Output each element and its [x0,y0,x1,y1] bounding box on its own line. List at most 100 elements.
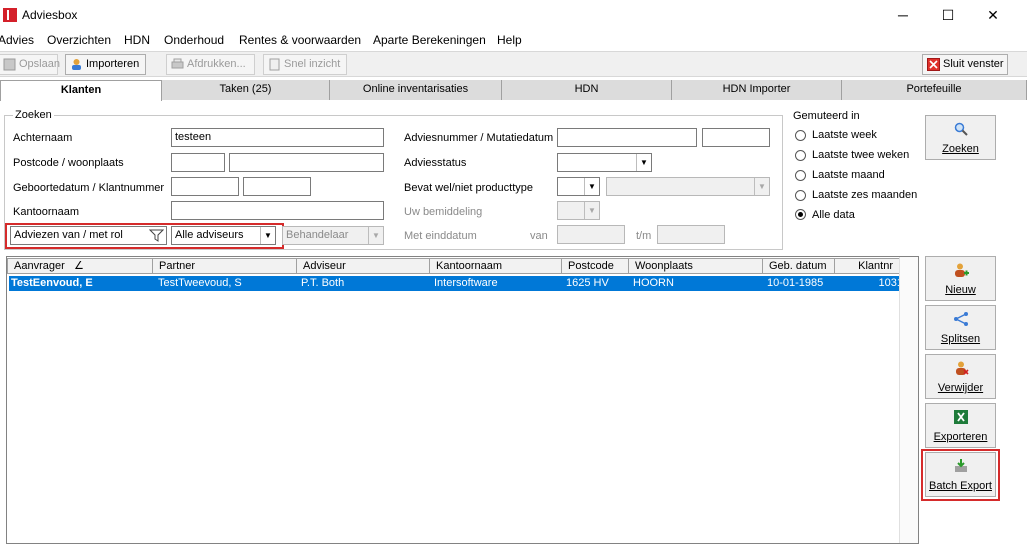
radio-all-data-label: Alle data [812,209,855,221]
lastname-input[interactable]: testeen [171,128,384,147]
product-type-include-select[interactable]: ▼ [557,177,600,196]
print-button[interactable]: Afdrukken... [166,54,255,75]
cell-kantoornaam: Intersoftware [434,277,498,289]
column-header-woonplaats[interactable]: Woonplaats [628,258,763,274]
tab-strip: Klanten Taken (25) Online inventarisatie… [0,80,1027,101]
tab-online-inventarisaties[interactable]: Online inventarisaties [330,80,502,100]
menu-overzichten[interactable]: Overzichten [47,33,111,47]
birthdate-input[interactable] [171,177,239,196]
product-type-select[interactable]: ▼ [606,177,770,196]
radio-last-two-weeks[interactable] [795,150,806,161]
advice-status-label: Adviesstatus [404,157,467,169]
from-label: van [530,230,548,242]
close-window-toolbar-button[interactable]: Sluit venster [922,54,1008,75]
handler-select[interactable]: Behandelaar ▼ [282,226,384,245]
add-user-icon [955,263,969,277]
postcode-input[interactable] [171,153,225,172]
radio-last-six-months-label: Laatste zes maanden [812,189,918,201]
minimize-button[interactable]: ─ [880,0,926,30]
close-window-button[interactable]: ✕ [970,0,1016,30]
search-icon [954,122,968,136]
radio-last-week[interactable] [795,130,806,141]
column-header-klantnr[interactable]: Klantnr [834,258,900,274]
end-date-from-input[interactable] [557,225,625,244]
delete-user-icon [956,361,969,375]
lastname-label: Achternaam [13,132,73,144]
quick-view-button[interactable]: Snel inzicht [263,54,347,75]
client-grid: Aanvrager ∠ Partner Adviseur Kantoornaam… [6,256,919,544]
close-red-icon [927,58,940,71]
postcode-label: Postcode / woonplaats [13,157,124,169]
document-icon [269,58,280,71]
radio-last-month[interactable] [795,170,806,181]
advice-number-label: Adviesnummer / Mutatiedatum [404,132,554,144]
column-header-geb-datum[interactable]: Geb. datum [762,258,835,274]
mediation-label: Uw bemiddeling [404,206,483,218]
tab-portefeuille[interactable]: Portefeuille [842,80,1027,100]
split-button[interactable]: Splitsen [925,305,996,350]
menu-help[interactable]: Help [497,33,522,47]
excel-icon [954,410,968,424]
tab-hdn-importer[interactable]: HDN Importer [672,80,842,100]
column-header-kantoornaam[interactable]: Kantoornaam [429,258,562,274]
menu-bar: Advies Overzichten HDN Onderhoud Rentes … [0,31,1027,49]
cell-woonplaats: HOORN [633,277,674,289]
column-header-partner[interactable]: Partner [152,258,297,274]
menu-onderhoud[interactable]: Onderhoud [164,33,224,47]
menu-rentes-voorwaarden[interactable]: Rentes & voorwaarden [239,33,361,47]
toolbar: Opslaan Importeren Afdrukken... Snel inz… [0,51,1027,77]
chevron-down-icon: ▼ [584,202,599,219]
cell-geb-datum: 10-01-1985 [767,277,824,289]
new-button[interactable]: Nieuw [925,256,996,301]
cell-aanvrager: TestEenvoud, E [11,277,93,289]
chevron-down-icon: ▼ [584,178,599,195]
import-user-icon [72,59,81,70]
window-title: Adviesbox [22,8,78,22]
menu-aparte-berekeningen[interactable]: Aparte Berekeningen [373,33,486,47]
save-button[interactable]: Opslaan [0,54,60,75]
radio-last-six-months[interactable] [795,190,806,201]
maximize-button[interactable]: ☐ [925,0,971,30]
product-type-label: Bevat wel/niet producttype [404,182,534,194]
import-button[interactable]: Importeren [65,54,146,75]
client-number-input[interactable] [243,177,311,196]
office-input[interactable] [171,201,384,220]
radio-last-week-label: Laatste week [812,129,877,141]
mediation-select[interactable]: ▼ [557,201,600,220]
delete-button[interactable]: Verwijder [925,354,996,399]
split-icon [954,312,968,326]
grid-header: Aanvrager ∠ Partner Adviseur Kantoornaam… [7,257,918,275]
grid-scroll-area[interactable] [899,257,918,543]
cell-partner: TestTweevoud, S [158,277,242,289]
menu-advies[interactable]: Advies [0,33,34,47]
cell-adviseur: P.T. Both [301,277,345,289]
city-input[interactable] [229,153,384,172]
column-header-adviseur[interactable]: Adviseur [296,258,430,274]
search-button[interactable]: Zoeken [925,115,996,160]
tab-taken[interactable]: Taken (25) [162,80,330,100]
end-date-label: Met einddatum [404,230,477,242]
tab-hdn[interactable]: HDN [502,80,672,100]
advice-status-select[interactable]: ▼ [557,153,652,172]
office-label: Kantoornaam [13,206,80,218]
search-group-title: Zoeken [13,109,54,121]
advice-number-input[interactable] [557,128,697,147]
table-row[interactable]: TestEenvoud, E TestTweevoud, S P.T. Both… [9,276,905,291]
column-header-postcode[interactable]: Postcode [561,258,629,274]
mutation-date-input[interactable] [702,128,770,147]
chevron-down-icon: ▼ [636,154,651,171]
column-header-aanvrager[interactable]: Aanvrager ∠ [7,258,153,274]
radio-last-month-label: Laatste maand [812,169,885,181]
cell-postcode: 1625 HV [566,277,609,289]
chevron-down-icon: ▼ [754,178,769,195]
radio-last-two-weeks-label: Laatste twee weken [812,149,910,161]
printer-icon [171,58,184,69]
title-bar: Adviesbox ─ ☐ ✕ [0,0,1027,30]
export-button[interactable]: Exporteren [925,403,996,448]
radio-all-data[interactable] [795,209,806,220]
save-icon [3,58,16,71]
menu-hdn[interactable]: HDN [124,33,150,47]
tab-klanten[interactable]: Klanten [0,80,162,101]
adviesbox-logo-icon [3,8,17,22]
end-date-until-input[interactable] [657,225,725,244]
